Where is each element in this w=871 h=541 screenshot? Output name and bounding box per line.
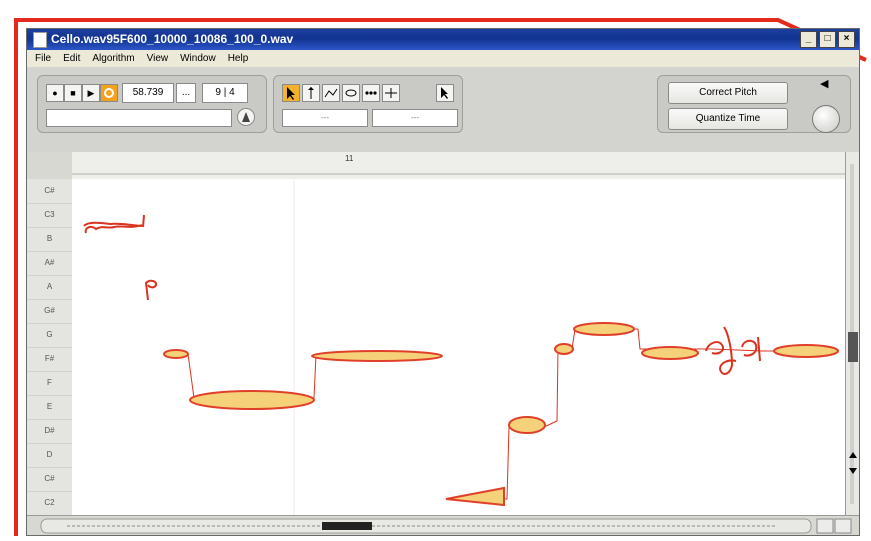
handwritten-annotation bbox=[83, 214, 145, 234]
amplitude-icon bbox=[345, 89, 357, 97]
quantize-time-button[interactable]: Quantize Time bbox=[668, 108, 788, 130]
key-label: C3 bbox=[27, 203, 72, 228]
tool-field-2[interactable]: --- bbox=[372, 109, 458, 127]
pitch-keyboard: C# C3 B A# A G# G F# F E D# D C# C2 bbox=[27, 179, 73, 516]
amplitude-tool-button[interactable] bbox=[342, 84, 360, 102]
toolbar: ● ■ ▶ 58.739 ... 9 | 4 --- --- Correct P… bbox=[27, 67, 859, 152]
key-label: C2 bbox=[27, 491, 72, 516]
maximize-button[interactable]: □ bbox=[819, 31, 836, 48]
note-blob bbox=[311, 350, 443, 362]
timeline-ruler[interactable]: 11 bbox=[72, 152, 845, 180]
note-blob bbox=[508, 416, 546, 434]
play-button[interactable]: ▶ bbox=[82, 84, 100, 102]
note-blob bbox=[773, 344, 839, 358]
menu-file[interactable]: File bbox=[35, 50, 51, 67]
correct-pitch-button[interactable]: Correct Pitch bbox=[668, 82, 788, 104]
cursor-plus-icon bbox=[441, 87, 448, 99]
key-label: D# bbox=[27, 419, 72, 444]
scroll-tool-button[interactable] bbox=[436, 84, 454, 102]
minimize-button[interactable]: _ bbox=[800, 31, 817, 48]
pitch-tool-button[interactable] bbox=[302, 84, 320, 102]
menu-algorithm[interactable]: Algorithm bbox=[92, 50, 134, 67]
speaker-icon: ◀ bbox=[820, 78, 829, 90]
note-blob bbox=[573, 322, 635, 336]
formant-tool-button[interactable] bbox=[322, 84, 340, 102]
note-separation-tool-button[interactable] bbox=[362, 84, 380, 102]
key-label: D bbox=[27, 443, 72, 468]
key-label: G# bbox=[27, 299, 72, 324]
volume-knob[interactable] bbox=[812, 105, 840, 133]
menu-window[interactable]: Window bbox=[180, 50, 216, 67]
key-label: C# bbox=[27, 179, 72, 204]
pitch-tool-icon bbox=[308, 87, 314, 99]
file-icon bbox=[33, 32, 47, 48]
record-button[interactable]: ● bbox=[46, 84, 64, 102]
arrow-tool-button[interactable] bbox=[282, 84, 300, 102]
key-label: A# bbox=[27, 251, 72, 276]
formant-icon bbox=[324, 88, 338, 98]
loop-icon bbox=[104, 88, 114, 98]
metronome-icon bbox=[242, 112, 250, 122]
tools-panel: --- --- bbox=[273, 75, 463, 133]
transport-panel: ● ■ ▶ 58.739 ... 9 | 4 bbox=[37, 75, 267, 133]
key-label: F# bbox=[27, 347, 72, 372]
key-label: F bbox=[27, 371, 72, 396]
time-signature-field[interactable]: 9 | 4 bbox=[202, 83, 248, 103]
separation-icon bbox=[365, 91, 377, 95]
close-button[interactable]: × bbox=[838, 31, 855, 48]
position-more-button[interactable]: ... bbox=[176, 83, 196, 103]
stop-button[interactable]: ■ bbox=[64, 84, 82, 102]
loop-button[interactable] bbox=[100, 84, 118, 102]
waveform-overview bbox=[40, 518, 852, 534]
pitch-editor-canvas[interactable] bbox=[72, 179, 845, 515]
key-label: C# bbox=[27, 467, 72, 492]
window-title: Cello.wav95F600_10000_10086_100_0.wav bbox=[51, 32, 294, 46]
vertical-scrollbar-track bbox=[848, 164, 858, 504]
menu-view[interactable]: View bbox=[147, 50, 169, 67]
window-controls: _ □ × bbox=[800, 31, 855, 48]
note-blob bbox=[163, 349, 189, 359]
status-field[interactable] bbox=[46, 109, 232, 127]
note-blob bbox=[189, 390, 315, 410]
vertical-scrollbar[interactable] bbox=[845, 152, 859, 515]
position-field[interactable]: 58.739 bbox=[122, 83, 174, 103]
menu-help[interactable]: Help bbox=[228, 50, 249, 67]
menu-edit[interactable]: Edit bbox=[63, 50, 80, 67]
note-blob bbox=[641, 346, 699, 360]
title-bar: Cello.wav95F600_10000_10086_100_0.wav _ … bbox=[27, 29, 859, 50]
note-blob bbox=[445, 486, 505, 507]
key-label: A bbox=[27, 275, 72, 300]
pitch-curves bbox=[83, 179, 839, 515]
time-tool-button[interactable] bbox=[382, 84, 400, 102]
arrow-icon bbox=[287, 87, 295, 100]
ruler-ticks bbox=[72, 173, 845, 175]
key-label: E bbox=[27, 395, 72, 420]
key-label: B bbox=[27, 227, 72, 252]
tool-field-1[interactable]: --- bbox=[282, 109, 368, 127]
key-label: G bbox=[27, 323, 72, 348]
bar-number: 11 bbox=[345, 154, 354, 163]
metronome-button[interactable] bbox=[237, 108, 255, 126]
waveform-overview-scrollbar[interactable] bbox=[27, 515, 859, 535]
note-blob bbox=[554, 343, 574, 355]
menu-bar: File Edit Algorithm View Window Help bbox=[27, 50, 859, 67]
time-tool-icon bbox=[385, 88, 397, 98]
app-window: Cello.wav95F600_10000_10086_100_0.wav _ … bbox=[26, 28, 860, 536]
handwritten-annotation bbox=[144, 279, 158, 301]
